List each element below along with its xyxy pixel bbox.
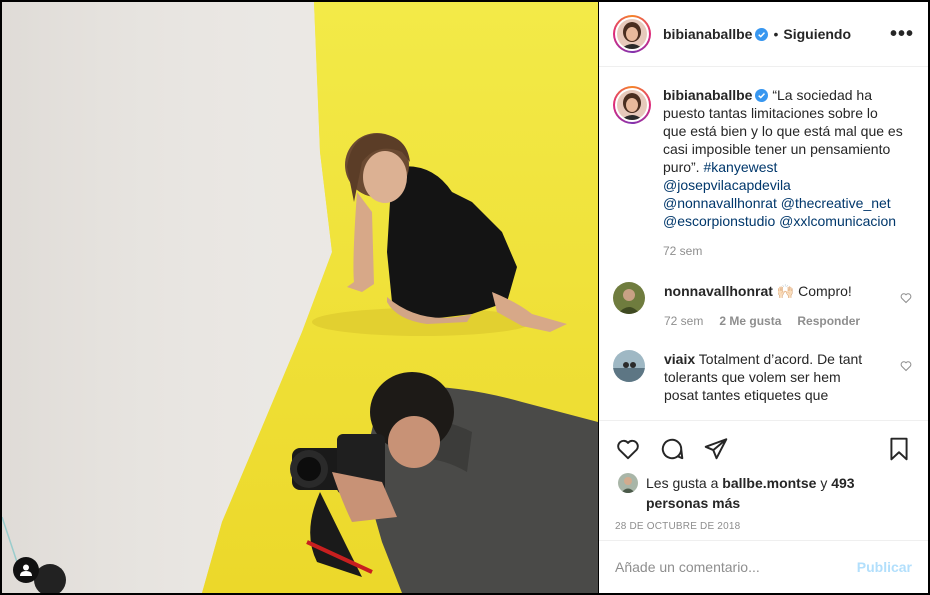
mention-link[interactable]: @escorpionstudio [663, 213, 775, 229]
more-options-icon[interactable]: ••• [890, 23, 914, 46]
comment-likes[interactable]: 2 Me gusta [719, 312, 781, 330]
comment-time[interactable]: 72 sem [664, 312, 703, 330]
likes-prefix: Les gusta a [646, 475, 719, 491]
comment-bubble-icon[interactable] [659, 436, 685, 462]
hashtag-link[interactable]: #kanyewest [703, 159, 777, 175]
author-avatar-image [617, 19, 647, 49]
post-actions: Les gusta a ballbe.montse y 493 personas… [599, 420, 928, 540]
mention-link[interactable]: @thecreative_net [781, 195, 891, 211]
comments-list[interactable]: bibianaballbe “La sociedad ha puesto tan… [599, 68, 928, 420]
mention-link[interactable]: @nonnavallhonrat [663, 195, 777, 211]
small-heart-icon[interactable] [900, 292, 912, 304]
header-separator: • [773, 26, 779, 42]
liker-avatar[interactable] [618, 473, 638, 493]
heart-icon[interactable] [615, 436, 641, 462]
reply-button[interactable]: Responder [797, 312, 860, 330]
user-tag-icon[interactable] [13, 557, 39, 583]
likes-summary: Les gusta a ballbe.montse y 493 personas… [615, 473, 912, 513]
likes-conj: y [820, 475, 828, 491]
comment-item: viaix Totalment d’acord. De tant toleran… [613, 350, 912, 404]
post-date[interactable]: 28 DE OCTUBRE DE 2018 [615, 521, 912, 532]
verified-badge-icon [755, 27, 769, 41]
comment-username[interactable]: viaix [664, 351, 695, 367]
author-username[interactable]: bibianaballbe [663, 26, 752, 42]
likes-text: Les gusta a ballbe.montse y 493 personas… [646, 473, 856, 513]
comment-body: viaix Totalment d’acord. De tant toleran… [664, 350, 876, 404]
mention-link[interactable]: @josepvilacapdevila [663, 177, 791, 193]
comment-item: nonnavallhonrat 🙌🏻 Compro! 72 sem 2 Me g… [613, 282, 912, 330]
add-comment-bar: Publicar [599, 540, 928, 593]
caption-time[interactable]: 72 sem [663, 242, 702, 260]
paper-plane-icon[interactable] [703, 436, 729, 462]
mention-link[interactable]: @xxlcomunicacion [779, 213, 896, 229]
verified-badge-icon [755, 89, 769, 102]
comment-body: nonnavallhonrat 🙌🏻 Compro! 72 sem 2 Me g… [664, 282, 876, 330]
caption-body: bibianaballbe “La sociedad ha puesto tan… [663, 86, 905, 260]
caption-meta: 72 sem [663, 242, 905, 260]
author-avatar[interactable] [613, 15, 651, 53]
bookmark-icon[interactable] [886, 436, 912, 462]
instagram-post-modal: bibianaballbe • Siguiendo ••• bibianabal… [0, 0, 930, 595]
post-side-panel: bibianaballbe • Siguiendo ••• bibianabal… [599, 2, 928, 593]
photo-illustration [2, 2, 598, 593]
caption-author-avatar[interactable] [613, 86, 651, 124]
comment-input[interactable] [615, 559, 857, 575]
commenter-avatar[interactable] [613, 350, 645, 382]
liker-username[interactable]: ballbe.montse [722, 475, 816, 491]
small-heart-icon[interactable] [900, 360, 912, 372]
publish-button[interactable]: Publicar [857, 559, 912, 575]
caption-username[interactable]: bibianaballbe [663, 87, 752, 103]
comment-username[interactable]: nonnavallhonrat [664, 283, 773, 299]
comment-text: 🙌🏻 Compro! [776, 283, 852, 299]
comment-meta: 72 sem 2 Me gusta Responder [664, 312, 876, 330]
action-icons [615, 429, 912, 469]
following-button[interactable]: Siguiendo [783, 26, 851, 42]
post-caption: bibianaballbe “La sociedad ha puesto tan… [613, 86, 912, 260]
post-photo[interactable] [2, 2, 598, 593]
post-header: bibianaballbe • Siguiendo ••• [599, 2, 928, 67]
commenter-avatar[interactable] [613, 282, 645, 314]
